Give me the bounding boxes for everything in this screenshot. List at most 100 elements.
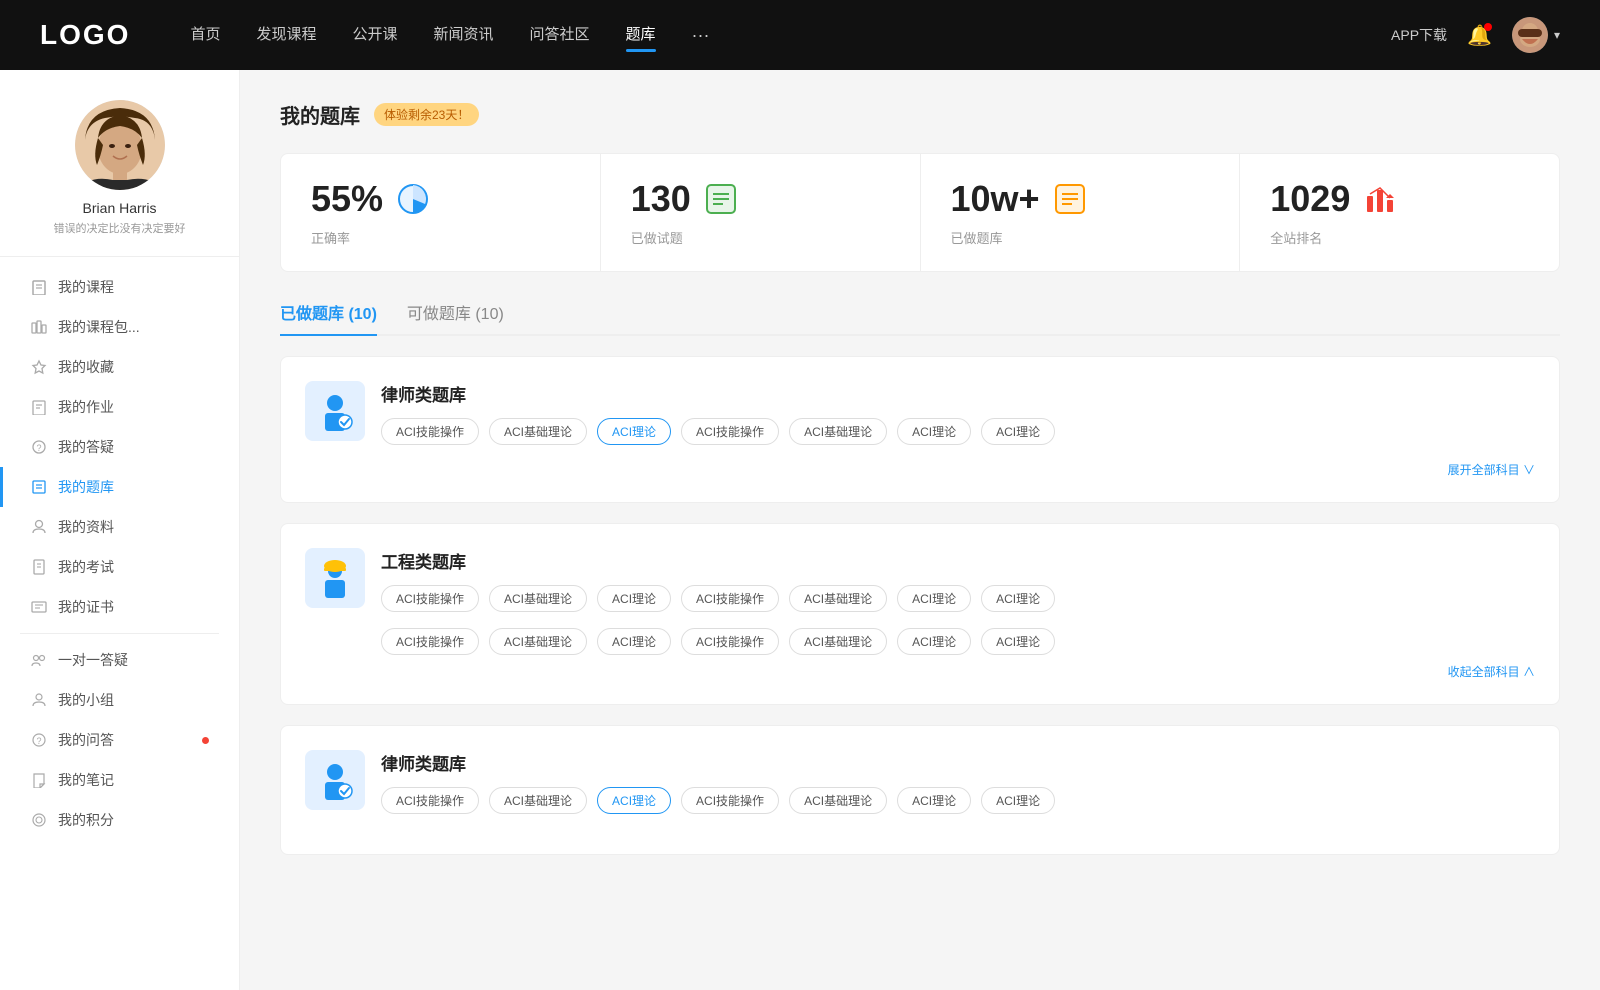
questions-icon: ?	[30, 438, 48, 456]
ranking-icon	[1362, 181, 1398, 217]
sidebar-item-onetoone-label: 一对一答疑	[58, 650, 209, 670]
navbar-right: APP下载 🔔 ▾	[1391, 17, 1560, 53]
tab-available[interactable]: 可做题库 (10)	[407, 300, 504, 334]
bank-info-lawyer2: 律师类题库 ACI技能操作 ACI基础理论 ACI理论 ACI技能操作 ACI基…	[381, 750, 1535, 814]
sidebar-item-profile-label: 我的资料	[58, 517, 209, 537]
stat-ranking-value: 1029	[1270, 178, 1350, 220]
sidebar-item-questionbank-label: 我的题库	[58, 477, 209, 497]
sidebar-item-points-label: 我的积分	[58, 810, 209, 830]
stat-done-banks-label: 已做题库	[951, 228, 1210, 247]
sidebar-item-certificate-label: 我的证书	[58, 597, 209, 617]
sidebar-item-questionbank[interactable]: 我的题库	[0, 467, 239, 507]
tag-lawyer-2[interactable]: ACI理论	[597, 418, 671, 445]
tag-lawyer-5[interactable]: ACI理论	[897, 418, 971, 445]
done-questions-icon	[703, 181, 739, 217]
lawyer2-bank-icon	[305, 750, 365, 810]
tag-eng-ex-3[interactable]: ACI技能操作	[681, 628, 779, 655]
course-pack-icon	[30, 318, 48, 336]
tag-lawyer-3[interactable]: ACI技能操作	[681, 418, 779, 445]
tab-done[interactable]: 已做题库 (10)	[280, 300, 377, 334]
tag-eng-ex-0[interactable]: ACI技能操作	[381, 628, 479, 655]
nav-opencourse[interactable]: 公开课	[352, 23, 397, 48]
bank-header-engineering: 工程类题库 ACI技能操作 ACI基础理论 ACI理论 ACI技能操作 ACI基…	[305, 548, 1535, 612]
sidebar-item-exam[interactable]: 我的考试	[0, 547, 239, 587]
tag-lawyer-6[interactable]: ACI理论	[981, 418, 1055, 445]
nav-more[interactable]: ···	[692, 25, 710, 46]
bank-expand-lawyer[interactable]: 展开全部科目 ∨	[305, 461, 1535, 478]
sidebar-item-course-pack-label: 我的课程包...	[58, 317, 209, 337]
tag-eng-2[interactable]: ACI理论	[597, 585, 671, 612]
tag-lawyer2-3[interactable]: ACI技能操作	[681, 787, 779, 814]
tag-eng-3[interactable]: ACI技能操作	[681, 585, 779, 612]
page-layout: Brian Harris 错误的决定比没有决定要好 我的课程 我的课程包...	[0, 70, 1600, 990]
tag-lawyer2-0[interactable]: ACI技能操作	[381, 787, 479, 814]
profile-motto: 错误的决定比没有决定要好	[54, 220, 186, 236]
bank-collapse-engineering[interactable]: 收起全部科目 ∧	[305, 663, 1535, 680]
bank-section-lawyer: 律师类题库 ACI技能操作 ACI基础理论 ACI理论 ACI技能操作 ACI基…	[280, 356, 1560, 503]
profile-avatar	[75, 100, 165, 190]
svg-text:?: ?	[36, 443, 41, 453]
nav-qa[interactable]: 问答社区	[530, 23, 590, 48]
tag-lawyer-0[interactable]: ACI技能操作	[381, 418, 479, 445]
user-avatar-menu[interactable]: ▾	[1512, 17, 1560, 53]
page-title: 我的题库	[280, 100, 360, 129]
engineer-bank-icon	[305, 548, 365, 608]
tag-lawyer2-2[interactable]: ACI理论	[597, 787, 671, 814]
notification-bell[interactable]: 🔔	[1467, 23, 1492, 48]
app-download-link[interactable]: APP下载	[1391, 25, 1447, 45]
stat-done-banks-value: 10w+	[951, 178, 1040, 220]
sidebar-item-notes-label: 我的笔记	[58, 770, 209, 790]
tag-eng-ex-1[interactable]: ACI基础理论	[489, 628, 587, 655]
sidebar-item-course[interactable]: 我的课程	[0, 267, 239, 307]
sidebar-item-questions[interactable]: ? 我的答疑	[0, 427, 239, 467]
tag-eng-5[interactable]: ACI理论	[897, 585, 971, 612]
bank-info-engineering: 工程类题库 ACI技能操作 ACI基础理论 ACI理论 ACI技能操作 ACI基…	[381, 548, 1535, 612]
tag-lawyer-4[interactable]: ACI基础理论	[789, 418, 887, 445]
tag-eng-ex-5[interactable]: ACI理论	[897, 628, 971, 655]
nav-home[interactable]: 首页	[190, 23, 220, 48]
tag-lawyer2-5[interactable]: ACI理论	[897, 787, 971, 814]
tag-lawyer2-6[interactable]: ACI理论	[981, 787, 1055, 814]
notes-icon	[30, 771, 48, 789]
sidebar-item-onetoone[interactable]: 一对一答疑	[0, 640, 239, 680]
tag-eng-0[interactable]: ACI技能操作	[381, 585, 479, 612]
tag-eng-ex-6[interactable]: ACI理论	[981, 628, 1055, 655]
nav-questionbank[interactable]: 题库	[626, 23, 656, 48]
homework-icon	[30, 398, 48, 416]
tag-lawyer2-1[interactable]: ACI基础理论	[489, 787, 587, 814]
tag-eng-1[interactable]: ACI基础理论	[489, 585, 587, 612]
nav-discover[interactable]: 发现课程	[256, 23, 316, 48]
nav-menu: 首页 发现课程 公开课 新闻资讯 问答社区 题库 ···	[190, 23, 1391, 48]
sidebar-item-myqa-label: 我的问答	[58, 730, 192, 750]
stat-done-questions-value: 130	[631, 178, 691, 220]
sidebar-item-homework[interactable]: 我的作业	[0, 387, 239, 427]
tag-eng-ex-4[interactable]: ACI基础理论	[789, 628, 887, 655]
tag-eng-6[interactable]: ACI理论	[981, 585, 1055, 612]
points-icon	[30, 811, 48, 829]
questionbank-icon	[30, 478, 48, 496]
sidebar-item-myqa[interactable]: ? 我的问答	[0, 720, 239, 760]
bank-header-lawyer: 律师类题库 ACI技能操作 ACI基础理论 ACI理论 ACI技能操作 ACI基…	[305, 381, 1535, 445]
stat-accuracy-label: 正确率	[311, 228, 570, 247]
bank-info-lawyer: 律师类题库 ACI技能操作 ACI基础理论 ACI理论 ACI技能操作 ACI基…	[381, 381, 1535, 445]
bank-tags-lawyer: ACI技能操作 ACI基础理论 ACI理论 ACI技能操作 ACI基础理论 AC…	[381, 418, 1535, 445]
tag-lawyer2-4[interactable]: ACI基础理论	[789, 787, 887, 814]
trial-badge: 体验剩余23天！	[374, 103, 479, 126]
sidebar-item-questions-label: 我的答疑	[58, 437, 209, 457]
sidebar-item-profile[interactable]: 我的资料	[0, 507, 239, 547]
tag-eng-4[interactable]: ACI基础理论	[789, 585, 887, 612]
bank-header-lawyer2: 律师类题库 ACI技能操作 ACI基础理论 ACI理论 ACI技能操作 ACI基…	[305, 750, 1535, 814]
tag-lawyer-1[interactable]: ACI基础理论	[489, 418, 587, 445]
sidebar-item-certificate[interactable]: 我的证书	[0, 587, 239, 627]
group-icon	[30, 691, 48, 709]
course-icon	[30, 278, 48, 296]
sidebar-item-group[interactable]: 我的小组	[0, 680, 239, 720]
sidebar-item-group-label: 我的小组	[58, 690, 209, 710]
sidebar-item-favorites[interactable]: 我的收藏	[0, 347, 239, 387]
sidebar-item-points[interactable]: 我的积分	[0, 800, 239, 840]
sidebar-item-notes[interactable]: 我的笔记	[0, 760, 239, 800]
tag-eng-ex-2[interactable]: ACI理论	[597, 628, 671, 655]
accuracy-pie-icon	[395, 181, 431, 217]
sidebar-item-course-pack[interactable]: 我的课程包...	[0, 307, 239, 347]
nav-news[interactable]: 新闻资讯	[434, 23, 494, 48]
